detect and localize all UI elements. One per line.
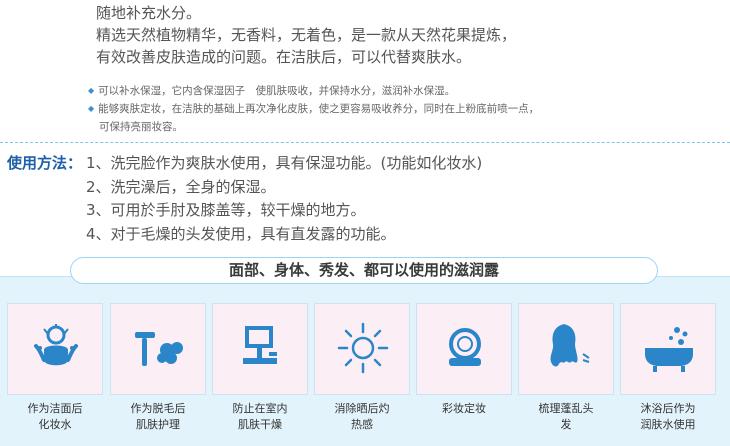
feature-caption: 防止在室内 肌肤干燥 bbox=[212, 401, 308, 433]
feature-caption: 沐浴后作为 润肤水使用 bbox=[620, 401, 716, 433]
feature-caption: 作为脱毛后 肌肤护理 bbox=[110, 401, 206, 433]
caption-line: 沐浴后作为 bbox=[640, 402, 696, 415]
caption-line: 化妆水 bbox=[38, 418, 72, 431]
intro-line: 精选天然植物精华，无香料，无着色，是一款从天然花果提炼， bbox=[96, 26, 517, 44]
intro-line: 随地补充水分。 bbox=[96, 4, 202, 22]
bullet-continuation: 可保持亮丽妆容。 bbox=[99, 121, 183, 133]
caption-line: 梳理蓬乱头 bbox=[538, 402, 594, 415]
computer-icon bbox=[243, 326, 277, 364]
feature-card-sun bbox=[314, 303, 410, 395]
bullet-text: 可以补水保湿，它内含保湿因子 使肌肤吸收，并保持水分，滋润补水保湿。 bbox=[98, 85, 456, 97]
caption-line: 作为洁面后 bbox=[27, 402, 83, 415]
feature-card-computer bbox=[212, 303, 308, 395]
usage-item: 3、可用於手肘及膝盖等，较干燥的地方。 bbox=[86, 201, 366, 219]
usage-item: 1、洗完脸作为爽肤水使用，具有保湿功能。(功能如化妆水) bbox=[86, 154, 483, 172]
face-wash-icon bbox=[34, 324, 78, 366]
feature-card-compact bbox=[416, 303, 512, 395]
feature-caption: 梳理蓬乱头 发 bbox=[518, 401, 614, 433]
caption-line: 热感 bbox=[351, 418, 373, 431]
caption-line: 消除晒后灼 bbox=[334, 402, 390, 415]
feature-card-razor bbox=[110, 303, 206, 395]
caption-line: 作为脱毛后 bbox=[130, 402, 186, 415]
compact-mirror-icon bbox=[449, 328, 481, 366]
caption-line: 肌肤护理 bbox=[136, 418, 180, 431]
bullet-diamond-icon: ◆ bbox=[88, 104, 95, 113]
bullet-diamond-icon: ◆ bbox=[88, 86, 95, 95]
benefit-bullets: ◆ 可以补水保湿，它内含保湿因子 使肌肤吸收，并保持水分，滋润补水保湿。 ◆ 能够爽… bbox=[88, 82, 718, 136]
feature-caption: 作为洁面后 化妆水 bbox=[7, 401, 103, 433]
razor-icon bbox=[135, 332, 183, 366]
usage-item: 4、对于毛燥的头发使用，具有直发露的功能。 bbox=[86, 224, 396, 243]
usage-label: 使用方法： bbox=[7, 154, 83, 172]
bullet-item: ◆ 可以补水保湿，它内含保湿因子 使肌肤吸收，并保持水分，滋润补水保湿。 bbox=[88, 82, 718, 100]
feature-caption: 消除晒后灼 热感 bbox=[314, 401, 410, 433]
features-banner-title: 面部、身体、秀发、都可以使用的滋润露 bbox=[70, 257, 658, 284]
feature-card-bathtub bbox=[620, 303, 716, 395]
caption-line: 防止在室内 bbox=[232, 402, 288, 415]
feature-caption: 彩妆定妆 bbox=[416, 401, 512, 417]
feature-card-face bbox=[7, 303, 103, 395]
caption-line: 发 bbox=[560, 418, 572, 431]
intro-line: 有效改善皮肤造成的问题。在洁肤后，可以代替爽肤水。 bbox=[96, 48, 472, 66]
bullet-text: 能够爽肤定妆，在洁肤的基础上再次净化皮肤，使之更容易吸收养分，同时在上粉底前喷一… bbox=[98, 103, 540, 115]
caption-line: 肌肤干燥 bbox=[238, 418, 282, 431]
caption-line: 彩妆定妆 bbox=[442, 402, 486, 415]
intro-paragraph: 随地补充水分。 精选天然植物精华，无香料，无着色，是一款从天然花果提炼， 有效改… bbox=[96, 2, 726, 68]
feature-card-hair bbox=[518, 303, 614, 395]
bathtub-icon bbox=[645, 327, 693, 372]
section-divider bbox=[0, 142, 730, 143]
sun-icon bbox=[337, 322, 389, 374]
usage-item: 2、洗完澡后，全身的保湿。 bbox=[86, 177, 276, 196]
bullet-item: ◆ 能够爽肤定妆，在洁肤的基础上再次净化皮肤，使之更容易吸收养分，同时在上粉底前喷… bbox=[88, 100, 718, 118]
caption-line: 润肤水使用 bbox=[640, 418, 696, 431]
hair-icon bbox=[550, 324, 590, 367]
usage-list: 1、洗完脸作为爽肤水使用，具有保湿功能。(功能如化妆水) 2、洗完澡后，全身的保… bbox=[86, 152, 726, 246]
